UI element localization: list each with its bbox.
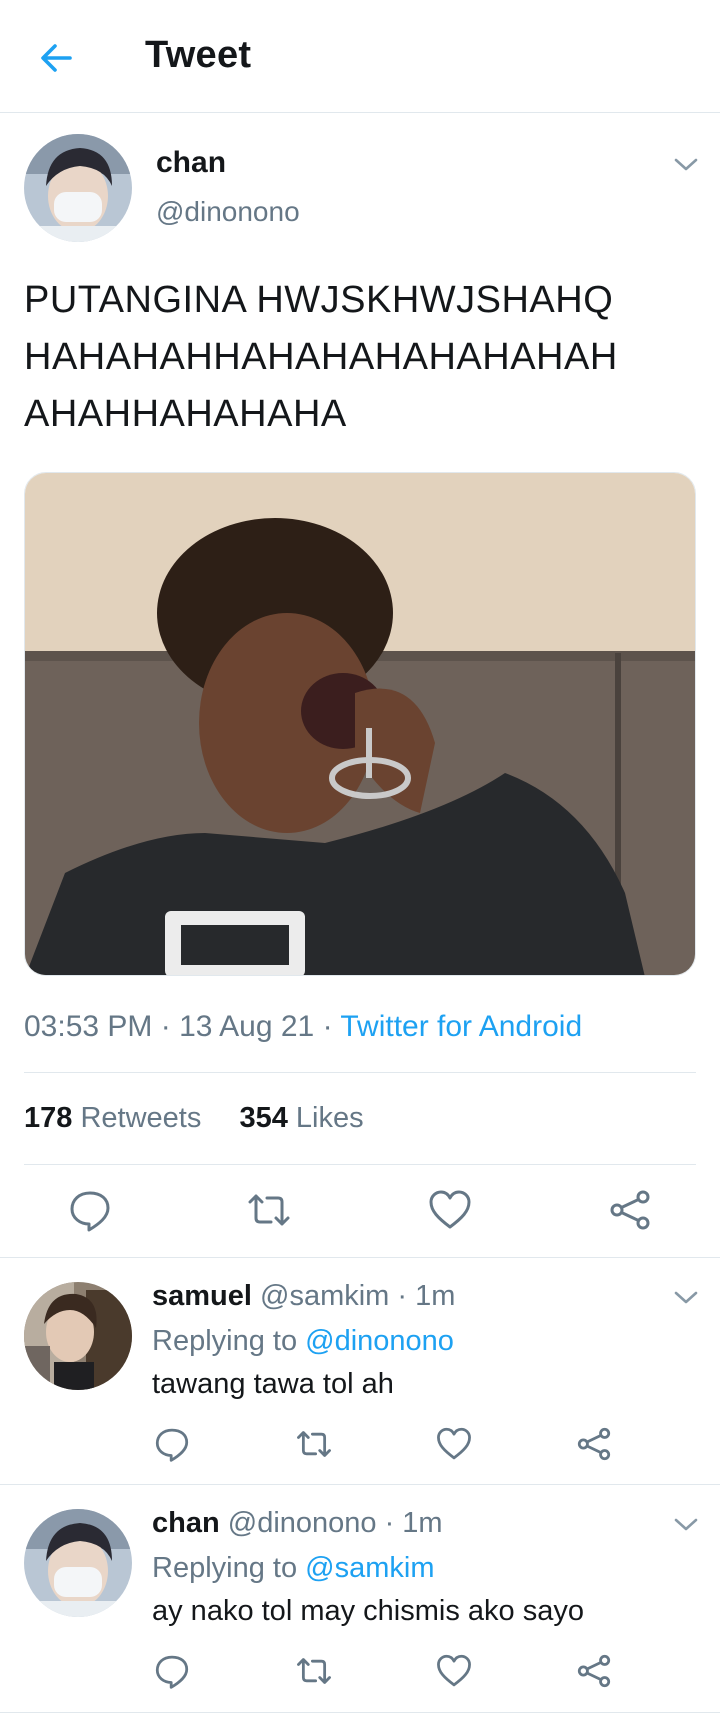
replying-to-label: Replying to <box>152 1552 298 1584</box>
tweet-time: 03:53 PM <box>24 1010 153 1043</box>
divider <box>24 1072 696 1073</box>
retweet-icon[interactable] <box>296 1653 332 1689</box>
reply-author-name[interactable]: samuel <box>152 1280 252 1312</box>
reply-icon[interactable] <box>154 1426 190 1462</box>
likes-count: 354 <box>239 1102 288 1134</box>
replying-to-line: Replying to @dinonono <box>152 1325 454 1358</box>
reply-author-handle[interactable]: @samkim <box>260 1280 389 1312</box>
reply-avatar[interactable] <box>24 1509 132 1617</box>
reply-author-name[interactable]: chan <box>152 1507 220 1539</box>
reply-time: · 1m <box>397 1280 456 1312</box>
share-icon[interactable] <box>576 1426 612 1462</box>
page-title: Tweet <box>145 34 252 76</box>
retweet-icon[interactable] <box>247 1188 291 1232</box>
replying-to-line: Replying to @samkim <box>152 1552 434 1585</box>
tweet-text: PUTANGINA HWJSKHWJSHAHQ HAHAHAHHAHAHAHAH… <box>24 279 618 435</box>
divider <box>0 1484 720 1485</box>
share-icon[interactable] <box>608 1188 652 1232</box>
reply-avatar[interactable] <box>24 1282 132 1390</box>
meta-separator: · <box>314 1010 341 1043</box>
tweet-timestamp-line: 03:53 PM · 13 Aug 21 · Twitter for Andro… <box>24 1010 582 1044</box>
like-icon[interactable] <box>436 1653 472 1689</box>
retweets-count: 178 <box>24 1102 73 1134</box>
reply-time: · 1m <box>384 1507 443 1539</box>
author-name[interactable]: chan <box>156 146 226 180</box>
tweet-source-link[interactable]: Twitter for Android <box>340 1010 582 1043</box>
share-icon[interactable] <box>576 1653 612 1689</box>
divider <box>0 1257 720 1258</box>
chevron-down-icon[interactable] <box>673 1290 699 1306</box>
replying-to-label: Replying to <box>152 1325 298 1357</box>
likes-label: Likes <box>295 1102 364 1134</box>
reply-header: samuel @samkim · 1m <box>152 1280 455 1313</box>
reply-author-handle[interactable]: @dinonono <box>228 1507 377 1539</box>
meta-separator: · <box>152 1010 180 1043</box>
divider <box>0 1712 720 1713</box>
author-handle[interactable]: @dinonono <box>156 196 300 228</box>
tweet-date: 13 Aug 21 <box>179 1010 315 1043</box>
tweet-media-image[interactable] <box>24 472 696 976</box>
retweets-label: Retweets <box>80 1102 202 1134</box>
reply-header: chan @dinonono · 1m <box>152 1507 443 1540</box>
like-icon[interactable] <box>428 1188 472 1232</box>
retweet-icon[interactable] <box>296 1426 332 1462</box>
author-avatar[interactable] <box>24 134 132 242</box>
reply-icon[interactable] <box>68 1188 112 1232</box>
reply-text: ay nako tol may chismis ako sayo <box>152 1595 584 1627</box>
likes-stat[interactable]: 354 Likes <box>239 1102 363 1134</box>
chevron-down-icon[interactable] <box>673 1517 699 1533</box>
reply-text: tawang tawa tol ah <box>152 1368 394 1400</box>
chevron-down-icon[interactable] <box>673 157 699 173</box>
retweets-stat[interactable]: 178 Retweets <box>24 1102 201 1134</box>
divider <box>24 1164 696 1165</box>
reply-icon[interactable] <box>154 1653 190 1689</box>
top-bar: Tweet <box>0 0 720 113</box>
back-arrow-icon[interactable] <box>36 38 76 78</box>
engagement-stats: 178 Retweets 354 Likes <box>24 1102 364 1135</box>
replying-to-mention[interactable]: @dinonono <box>305 1325 454 1357</box>
like-icon[interactable] <box>436 1426 472 1462</box>
replying-to-mention[interactable]: @samkim <box>305 1552 434 1584</box>
